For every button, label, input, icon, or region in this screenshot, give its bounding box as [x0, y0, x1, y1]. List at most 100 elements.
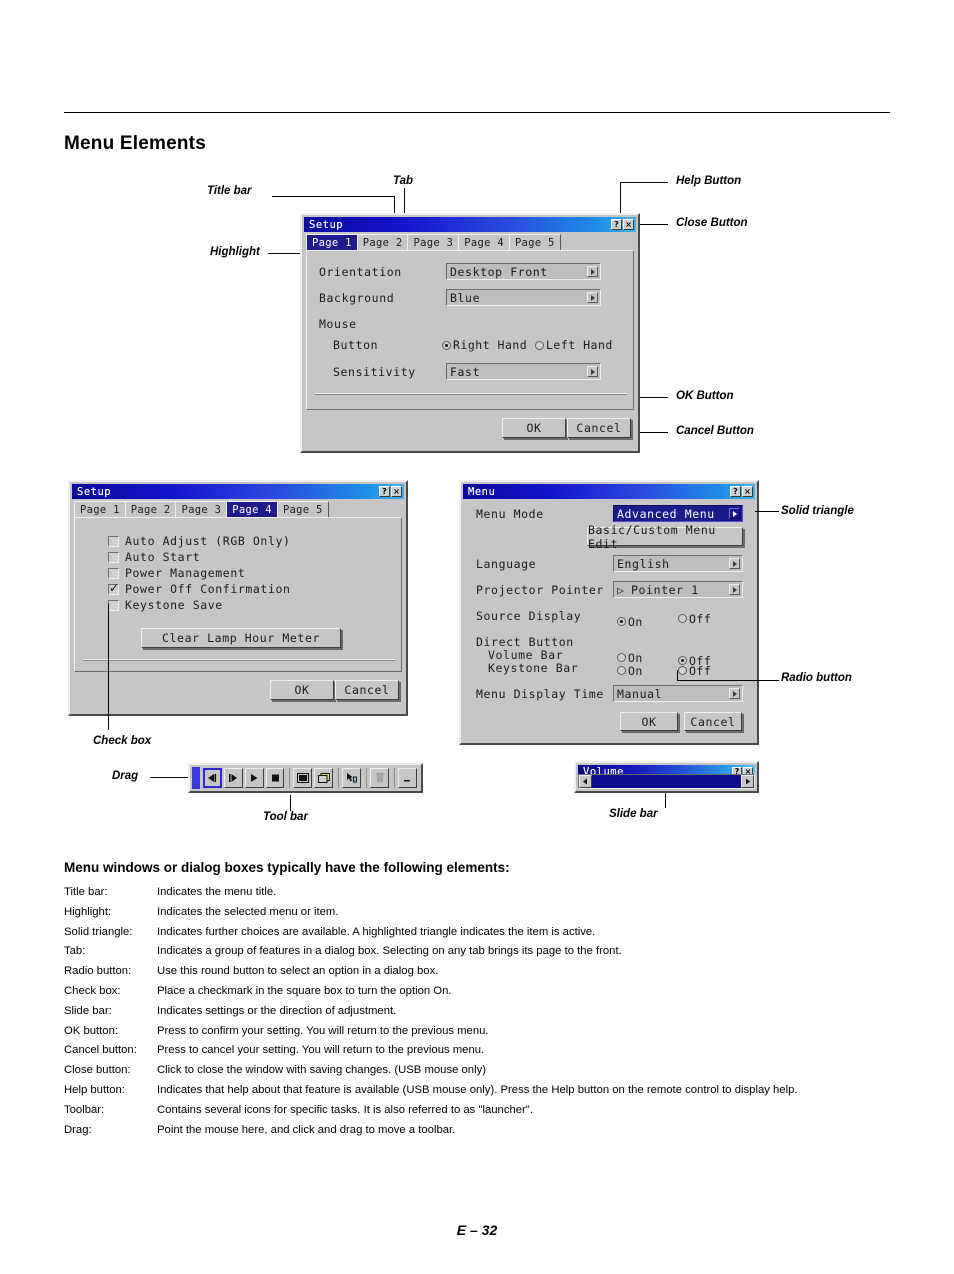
keystone-bar-label: Keystone Bar	[488, 661, 579, 675]
title-bar[interactable]: Menu ? ×	[463, 484, 755, 499]
drag-handle[interactable]	[192, 767, 200, 789]
close-icon[interactable]: ×	[623, 219, 634, 230]
chevron-right-icon[interactable]	[729, 688, 740, 699]
clear-lamp-hour-meter-button[interactable]: Clear Lamp Hour Meter	[141, 628, 341, 648]
cancel-button[interactable]: Cancel	[335, 680, 399, 700]
chevron-right-icon[interactable]	[729, 584, 740, 595]
trash-icon[interactable]	[370, 768, 390, 788]
mouse-right-hand-radio[interactable]: Right Hand	[442, 338, 527, 352]
slide-bar[interactable]	[578, 774, 755, 789]
setup-dialog-page1[interactable]: Setup ? × Page 1 Page 2 Page 3 Page 4 Pa…	[300, 213, 640, 453]
source-display-off-radio[interactable]: Off	[678, 608, 711, 627]
setup-dialog-page4[interactable]: Setup ? × Page 1 Page 2 Page 3 Page 4 Pa…	[68, 480, 408, 716]
minimize-icon[interactable]	[398, 768, 417, 788]
chevron-right-icon[interactable]	[587, 292, 598, 303]
help-icon[interactable]: ?	[379, 486, 390, 497]
orientation-select[interactable]: Desktop Front	[446, 263, 601, 280]
cancel-button[interactable]: Cancel	[567, 418, 631, 438]
definition-desc: Press to confirm your setting. You will …	[157, 1024, 489, 1037]
language-label: Language	[476, 557, 537, 571]
panel-divider	[315, 393, 627, 395]
leader-title-bar-h	[272, 196, 394, 197]
language-select[interactable]: English	[613, 555, 743, 572]
tab-page-1[interactable]: Page 1	[74, 501, 126, 518]
tab-page-2[interactable]: Page 2	[356, 234, 409, 251]
previous-icon[interactable]	[202, 768, 222, 788]
leader-checkbox-v	[108, 604, 109, 730]
projector-pointer-select[interactable]: ▷ Pointer 1	[613, 581, 743, 598]
tab-page-1[interactable]: Page 1	[306, 234, 358, 251]
tab-page-3[interactable]: Page 3	[407, 234, 460, 251]
close-icon[interactable]: ×	[391, 486, 402, 497]
title-bar[interactable]: Setup ? ×	[304, 217, 636, 232]
title-bar[interactable]: Setup ? ×	[72, 484, 404, 499]
definition-desc: Use this round button to select an optio…	[157, 965, 439, 978]
ok-button[interactable]: OK	[502, 418, 566, 438]
chevron-right-icon[interactable]	[587, 266, 598, 277]
tab-page-5[interactable]: Page 5	[508, 234, 561, 251]
cancel-button[interactable]: Cancel	[684, 712, 742, 731]
pointer-icon[interactable]	[342, 768, 362, 788]
tab-page-5[interactable]: Page 5	[276, 501, 329, 518]
ok-button[interactable]: OK	[270, 680, 334, 700]
basic-custom-menu-edit-button[interactable]: Basic/Custom Menu Edit	[587, 523, 743, 551]
checkbox-icon[interactable]	[108, 535, 119, 547]
checkbox-icon[interactable]	[108, 551, 119, 563]
definition-desc: Indicates settings or the direction of a…	[157, 1004, 397, 1017]
radio-dot-icon	[535, 340, 544, 350]
tab-page-3[interactable]: Page 3	[175, 501, 228, 518]
tab-page-2[interactable]: Page 2	[124, 501, 177, 518]
definition-desc: Indicates a group of features in a dialo…	[157, 945, 622, 958]
keystone-bar-off-radio[interactable]: Off	[678, 660, 711, 679]
menu-display-time-label: Menu Display Time	[476, 687, 604, 701]
tab-page-4[interactable]: Page 4	[226, 501, 278, 518]
chevron-right-icon[interactable]	[587, 366, 598, 377]
solid-triangle-icon[interactable]	[729, 508, 740, 519]
checkbox-keystone-save[interactable]: Keystone Save	[108, 598, 291, 612]
slide-left-arrow-icon[interactable]	[579, 775, 592, 788]
checkbox-auto-start[interactable]: Auto Start	[108, 550, 291, 564]
tab-page-4[interactable]: Page 4	[458, 234, 510, 251]
help-icon[interactable]: ?	[611, 219, 622, 230]
background-row: Background	[319, 291, 394, 305]
ok-button[interactable]: OK	[620, 712, 678, 731]
keystone-bar-on-radio[interactable]: On	[617, 660, 643, 679]
checkbox-icon[interactable]	[108, 599, 119, 611]
help-icon[interactable]: ?	[730, 486, 741, 497]
tab-strip[interactable]: Page 1 Page 2 Page 3 Page 4 Page 5	[306, 234, 561, 251]
menu-display-time-select[interactable]: Manual	[613, 685, 743, 702]
menu-mode-label: Menu Mode	[476, 507, 544, 521]
play-icon[interactable]	[244, 768, 264, 788]
menu-dialog[interactable]: Menu ? × Menu Mode Advanced Menu Basic/C…	[459, 480, 759, 745]
menu-mode-select[interactable]: Advanced Menu	[613, 505, 743, 522]
checkbox-icon[interactable]	[108, 567, 119, 579]
window-icon[interactable]	[314, 768, 334, 788]
source-display-on-radio[interactable]: On	[617, 608, 643, 629]
menu-body: Menu Mode Advanced Menu Basic/Custom Men…	[465, 502, 753, 739]
checkbox-power-off-confirmation[interactable]: Power Off Confirmation	[108, 581, 291, 596]
orientation-label: Orientation	[319, 265, 402, 279]
checkbox-power-management[interactable]: Power Management	[108, 566, 291, 580]
toolbar-divider	[338, 768, 340, 788]
checkbox-icon[interactable]	[108, 581, 120, 595]
slide-right-arrow-icon[interactable]	[741, 775, 754, 788]
radio-dot-icon	[617, 617, 626, 626]
background-select[interactable]: Blue	[446, 289, 601, 306]
checkbox-auto-adjust[interactable]: Auto Adjust (RGB Only)	[108, 534, 291, 548]
orientation-value: Desktop Front	[450, 264, 548, 279]
next-icon[interactable]	[223, 768, 243, 788]
volume-window[interactable]: Volume ? ×	[574, 761, 759, 793]
mouse-left-hand-radio[interactable]: Left Hand	[535, 338, 613, 352]
chevron-right-icon[interactable]	[729, 558, 740, 569]
stop-icon[interactable]	[265, 768, 285, 788]
volume-bar-label: Volume Bar	[488, 648, 564, 662]
close-icon[interactable]: ×	[742, 486, 753, 497]
tool-bar[interactable]	[188, 763, 423, 793]
radio-dot-icon	[442, 340, 451, 350]
annotation-highlight: Highlight	[210, 246, 260, 258]
fullscreen-icon[interactable]	[293, 768, 313, 788]
definition-term: Drag:	[64, 1123, 92, 1136]
leader-toolbar-v	[290, 795, 291, 811]
sensitivity-select[interactable]: Fast	[446, 363, 601, 380]
tab-strip[interactable]: Page 1 Page 2 Page 3 Page 4 Page 5	[74, 501, 329, 518]
